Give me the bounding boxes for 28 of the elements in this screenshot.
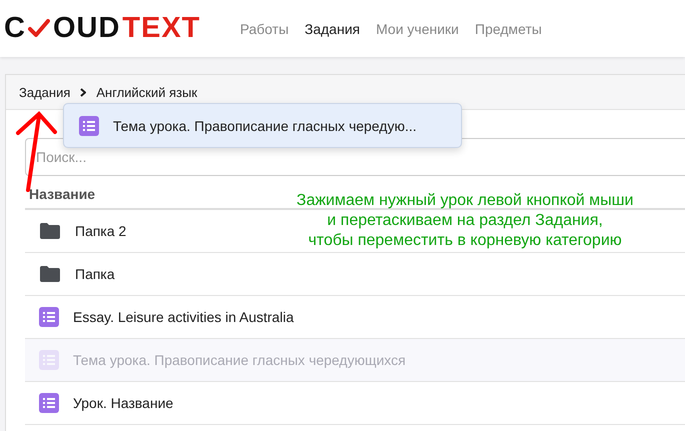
list-icon bbox=[39, 350, 59, 370]
drag-preview-title: Тема урока. Правописание гласных чередую... bbox=[113, 118, 417, 134]
folder-icon bbox=[39, 265, 61, 283]
annotation-text: Зажимаем нужный урок левой кнопкой мыши bbox=[296, 191, 634, 211]
list-icon bbox=[39, 393, 59, 413]
list-row[interactable]: Урок. Название bbox=[25, 382, 685, 425]
breadcrumb-link[interactable]: Английский язык bbox=[96, 84, 198, 100]
list-icon bbox=[39, 307, 59, 327]
nav-link[interactable]: Мои ученики bbox=[376, 20, 459, 36]
annotation-text: и перетаскиваем на раздел Задания, bbox=[326, 211, 604, 231]
row-title: Тема урока. Правописание гласных чередующихся bbox=[73, 352, 406, 368]
row-title: Папка 2 bbox=[75, 223, 126, 239]
list-row[interactable]: Папка bbox=[25, 253, 685, 296]
row-title: Урок. Название bbox=[73, 395, 174, 411]
checkmark-icon bbox=[28, 18, 50, 38]
list-icon bbox=[79, 116, 99, 136]
row-title: Папка bbox=[75, 266, 115, 282]
nav-link[interactable]: Предметы bbox=[474, 20, 542, 36]
chevron-icon bbox=[80, 88, 86, 96]
logo-text: TEXT bbox=[122, 12, 201, 45]
row-title: Essay. Leisure activities in Australia bbox=[73, 309, 294, 325]
logo-letter: C bbox=[4, 12, 26, 45]
logo-text: OUD bbox=[52, 12, 120, 45]
annotation-text: чтобы переместить в корневую категорию bbox=[307, 231, 623, 251]
breadcrumb-link[interactable]: Задания bbox=[19, 84, 70, 100]
folder-icon bbox=[39, 222, 61, 240]
nav-link[interactable]: Задания bbox=[304, 20, 360, 36]
nav-link[interactable]: Работы bbox=[240, 20, 289, 36]
